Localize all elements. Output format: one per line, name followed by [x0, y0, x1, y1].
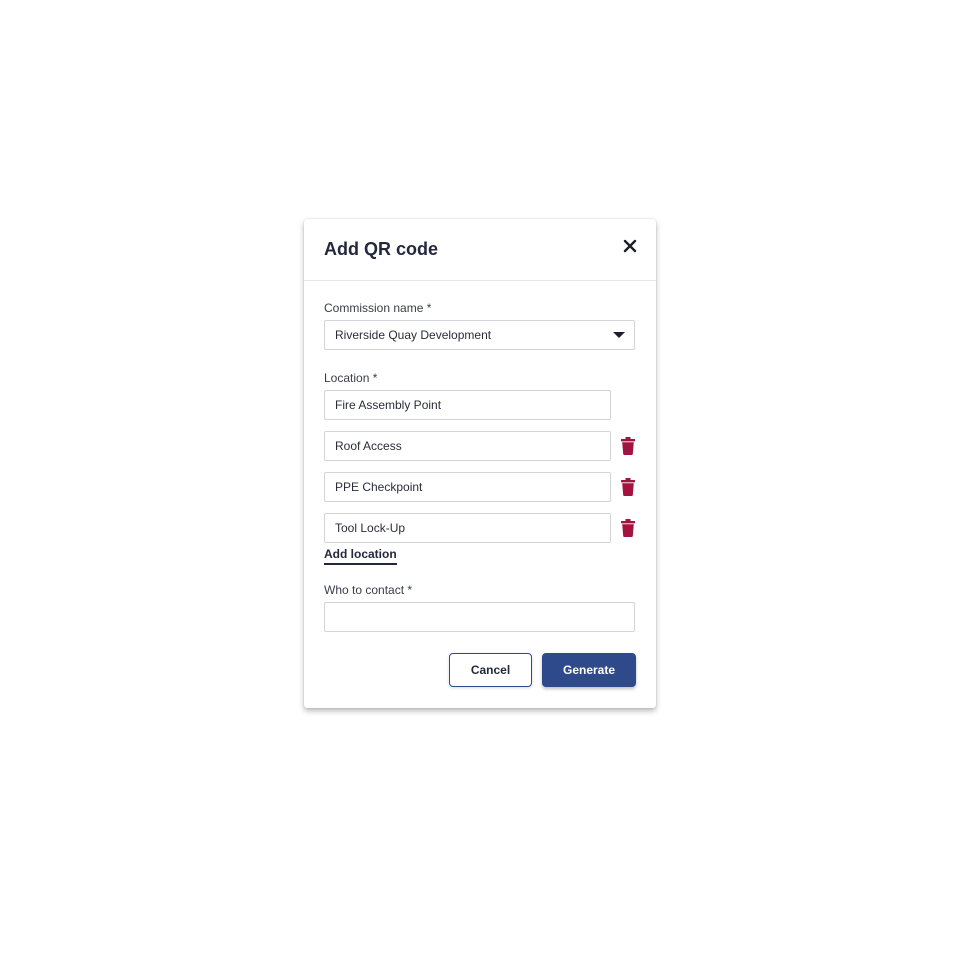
delete-location-2-button[interactable] [621, 437, 635, 455]
add-qr-code-dialog: Add QR code Commission name * Riverside … [304, 219, 656, 708]
caret-down-icon [613, 332, 625, 338]
delete-location-3-button[interactable] [621, 478, 635, 496]
delete-location-4-button[interactable] [621, 519, 635, 537]
close-icon [623, 239, 637, 253]
dialog-title: Add QR code [324, 239, 439, 259]
commission-name-label: Commission name * [324, 301, 432, 315]
contact-input[interactable] [324, 602, 635, 632]
generate-button[interactable]: Generate [542, 653, 636, 687]
close-button[interactable] [620, 236, 640, 256]
add-location-link[interactable]: Add location [324, 547, 397, 565]
location-input-4[interactable] [324, 513, 611, 543]
location-input-1[interactable] [324, 390, 611, 420]
dialog-header: Add QR code [304, 219, 656, 281]
commission-name-value: Riverside Quay Development [335, 328, 492, 342]
cancel-button[interactable]: Cancel [449, 653, 532, 687]
trash-icon [621, 519, 635, 537]
trash-icon [621, 478, 635, 496]
location-input-3[interactable] [324, 472, 611, 502]
commission-name-select[interactable]: Riverside Quay Development [324, 320, 635, 350]
contact-label: Who to contact * [324, 583, 413, 597]
trash-icon [621, 437, 635, 455]
location-label: Location * [324, 371, 378, 385]
location-input-2[interactable] [324, 431, 611, 461]
